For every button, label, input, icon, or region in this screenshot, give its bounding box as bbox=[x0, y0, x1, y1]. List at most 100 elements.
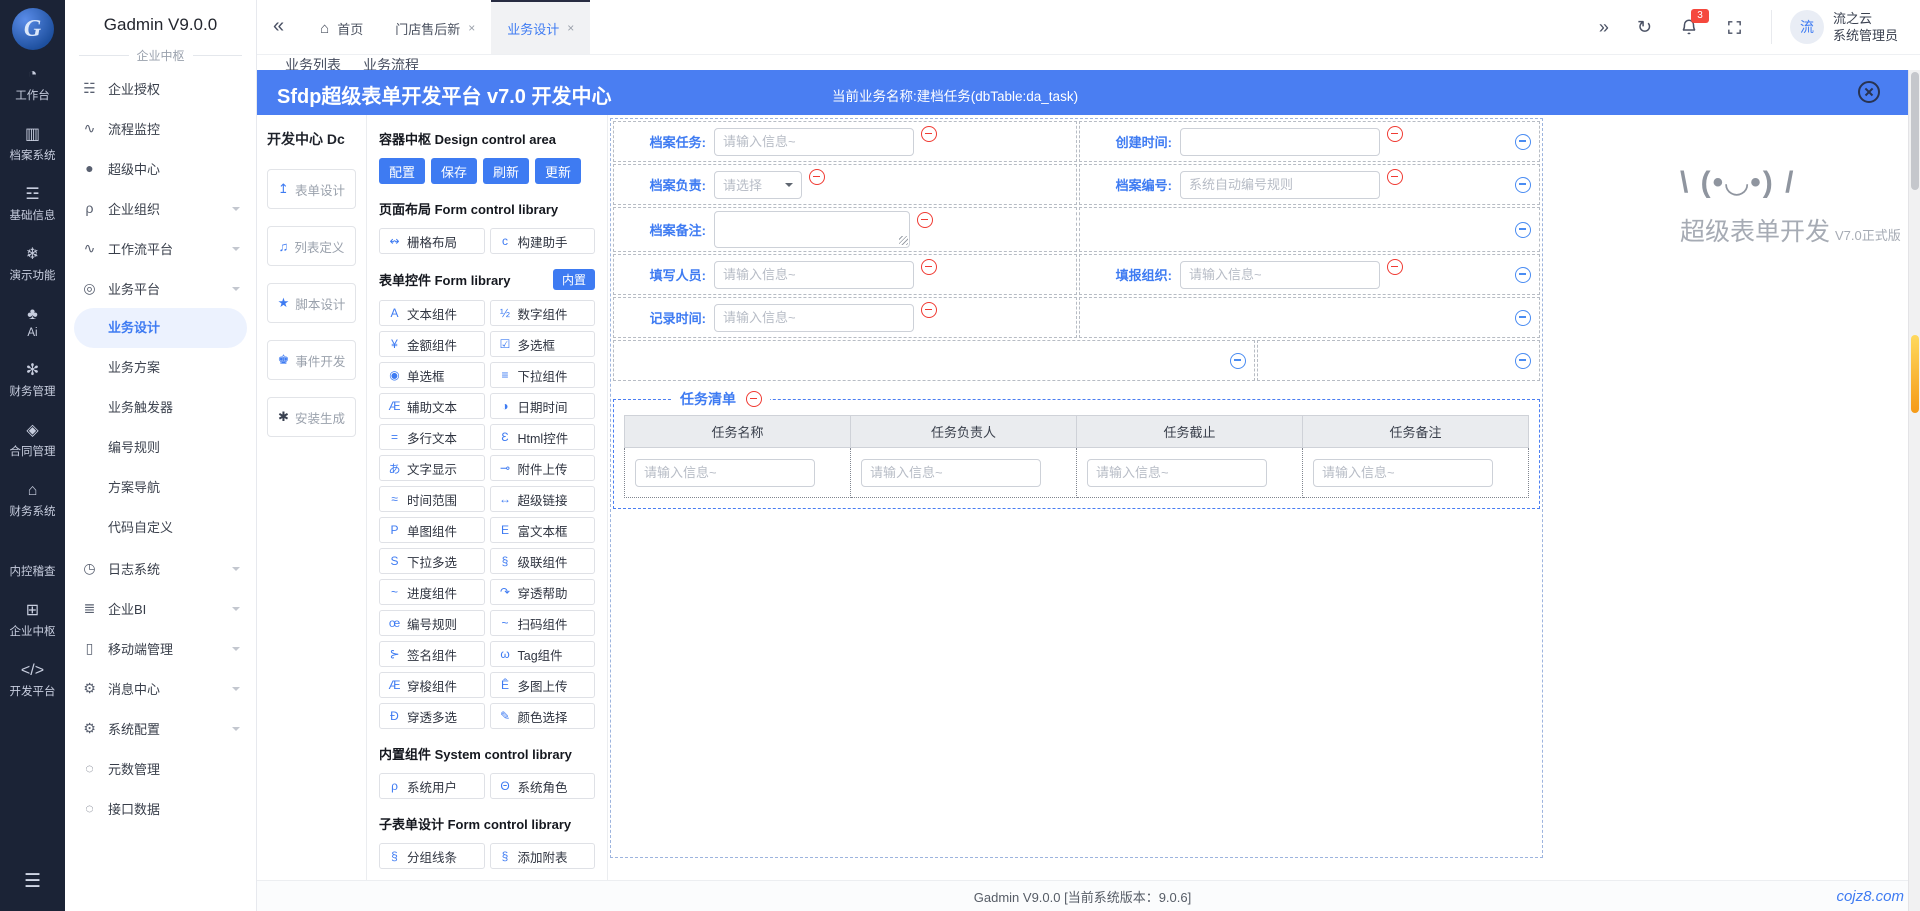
user-menu[interactable]: 流 流之云 系统管理员 bbox=[1770, 10, 1898, 44]
component-system-user[interactable]: ρ 系统用户 bbox=[379, 773, 485, 799]
sidebar-item-interface-data[interactable]: ◌ 接口数据 bbox=[65, 788, 256, 828]
component-group-line[interactable]: § 分组线条 bbox=[379, 843, 485, 869]
component-qrcode-scan[interactable]: ~ 扫码组件 bbox=[489, 610, 595, 636]
sidebar-item-finance-management[interactable]: ✻ 财务管理 bbox=[10, 362, 56, 399]
field-archive-remark[interactable]: 档案备注: bbox=[613, 207, 1077, 252]
remove-row-icon[interactable] bbox=[1515, 221, 1531, 238]
expand-tabs-icon[interactable]: » bbox=[1599, 18, 1609, 36]
component-text-display[interactable]: あ文字显示 bbox=[379, 455, 485, 481]
remove-row-icon[interactable] bbox=[1515, 309, 1531, 326]
close-icon[interactable]: × bbox=[468, 21, 475, 35]
component-system-role[interactable]: Θ 系统角色 bbox=[489, 773, 595, 799]
component-lookup-help[interactable]: ↷ 穿透帮助 bbox=[489, 579, 595, 605]
remove-field-icon[interactable] bbox=[921, 302, 937, 318]
report-org-input[interactable] bbox=[1180, 260, 1380, 289]
sidebar-item-finance-system[interactable]: ⌂ 财务系统 bbox=[10, 482, 56, 519]
sidebar-item-plan-navigation[interactable]: 方案导航 bbox=[65, 468, 256, 508]
field-create-time[interactable]: 创建时间: bbox=[1079, 121, 1540, 162]
nav-list-definition-button[interactable]: ♫ 列表定义 bbox=[267, 226, 356, 266]
component-amount[interactable]: ¥ 金额组件 bbox=[379, 331, 485, 357]
sidebar-item-workbench[interactable]: ◔ 工作台 bbox=[15, 66, 50, 103]
task-deadline-input[interactable] bbox=[1087, 458, 1267, 487]
sidebar-item-message-center[interactable]: ⚙ 消息中心 bbox=[65, 668, 256, 708]
site-link[interactable]: cojz8.com bbox=[1836, 888, 1904, 905]
configure-button[interactable]: 配置 bbox=[379, 158, 426, 184]
nav-event-dev-button[interactable]: ♚ 事件开发 bbox=[267, 340, 356, 380]
archive-owner-select[interactable]: 请选择 bbox=[714, 170, 802, 199]
remove-row-icon[interactable] bbox=[1230, 352, 1246, 369]
component-multi-select-dropdown[interactable]: S 下拉多选 bbox=[379, 548, 485, 574]
remove-row-icon[interactable] bbox=[1515, 176, 1531, 193]
remove-field-icon[interactable] bbox=[809, 169, 825, 185]
component-text[interactable]: A 文本组件 bbox=[379, 300, 485, 326]
refresh-button[interactable]: 刷新 bbox=[483, 158, 530, 184]
archive-number-input[interactable] bbox=[1180, 170, 1380, 199]
component-numbering-rule[interactable]: œ 编号规则 bbox=[379, 610, 485, 636]
sidebar-item-enterprise-org[interactable]: ρ 企业组织 bbox=[65, 188, 256, 228]
sidebar-item-business-platform[interactable]: ◎ 业务平台 bbox=[65, 268, 256, 308]
component-transfer[interactable]: Æ 穿梭组件 bbox=[379, 672, 485, 698]
task-owner-input[interactable] bbox=[861, 458, 1041, 487]
close-icon[interactable]: × bbox=[567, 21, 574, 35]
component-time-range[interactable]: ≈ 时间范围 bbox=[379, 486, 485, 512]
component-multiline-text[interactable]: = 多行文本 bbox=[379, 424, 485, 450]
subtab-business-list[interactable]: 业务列表 bbox=[285, 55, 341, 70]
component-number[interactable]: ½ 数字组件 bbox=[489, 300, 595, 326]
component-radio[interactable]: ◉ 单选框 bbox=[379, 362, 485, 388]
component-datetime[interactable]: ◑ 日期时间 bbox=[489, 393, 595, 419]
nav-install-generate-button[interactable]: ✱ 安装生成 bbox=[267, 397, 356, 437]
sidebar-item-dev-platform[interactable]: </> 开发平台 bbox=[10, 662, 56, 699]
sidebar-item-metadata-management[interactable]: ◌ 元数管理 bbox=[65, 748, 256, 788]
field-archive-number[interactable]: 档案编号: bbox=[1079, 164, 1540, 205]
sidebar-item-code-custom[interactable]: 代码自定义 bbox=[65, 508, 256, 548]
empty-cell[interactable] bbox=[1257, 340, 1540, 381]
sidebar-item-system-config[interactable]: ⚙ 系统配置 bbox=[65, 708, 256, 748]
component-build-assistant[interactable]: ϲ 构建助手 bbox=[489, 228, 595, 254]
task-name-input[interactable] bbox=[635, 458, 815, 487]
vertical-scrollbar[interactable] bbox=[1908, 70, 1920, 911]
sidebar-item-internal-audit[interactable]: 内控稽查 bbox=[10, 542, 56, 579]
component-single-image[interactable]: P 单图组件 bbox=[379, 517, 485, 543]
sidebar-item-numbering-rules[interactable]: 编号规则 bbox=[65, 428, 256, 468]
field-filler-person[interactable]: 填写人员: bbox=[613, 254, 1077, 295]
field-archive-owner[interactable]: 档案负责: 请选择 bbox=[613, 164, 1077, 205]
remove-field-icon[interactable] bbox=[917, 212, 933, 228]
empty-cell[interactable] bbox=[613, 340, 1255, 381]
sidebar-item-enterprise-hub[interactable]: ⊞ 企业中枢 bbox=[10, 602, 56, 639]
resize-handle[interactable] bbox=[899, 236, 908, 245]
field-record-time[interactable]: 记录时间: bbox=[613, 297, 1077, 338]
sidebar-item-ai[interactable]: ♣ Ai bbox=[27, 306, 38, 339]
app-logo[interactable]: G bbox=[11, 8, 54, 50]
sidebar-item-business-design[interactable]: 业务设计 bbox=[74, 308, 247, 348]
fullscreen-icon[interactable] bbox=[1726, 19, 1743, 36]
sidebar-item-business-trigger[interactable]: 业务触发器 bbox=[65, 388, 256, 428]
sidebar-collapse-icon[interactable]: « bbox=[273, 15, 284, 54]
refresh-icon[interactable]: ↻ bbox=[1637, 18, 1652, 36]
sidebar-item-log-system[interactable]: ◷ 日志系统 bbox=[65, 548, 256, 588]
component-html[interactable]: Ɛ Html控件 bbox=[489, 424, 595, 450]
scrollbar-marker[interactable] bbox=[1911, 335, 1919, 413]
component-signature[interactable]: ⊱ 签名组件 bbox=[379, 641, 485, 667]
remove-field-icon[interactable] bbox=[1387, 126, 1403, 142]
subtab-business-flow[interactable]: 业务流程 bbox=[363, 55, 419, 70]
task-remark-input[interactable] bbox=[1313, 458, 1493, 487]
component-cascade[interactable]: § 级联组件 bbox=[489, 548, 595, 574]
component-color-picker[interactable]: ✎ 颜色选择 bbox=[489, 703, 595, 729]
remove-row-icon[interactable] bbox=[1515, 133, 1531, 150]
sidebar-item-mobile-management[interactable]: ▯ 移动端管理 bbox=[65, 628, 256, 668]
sidebar-item-archive-system[interactable]: ▥ 档案系统 bbox=[10, 126, 56, 163]
update-button[interactable]: 更新 bbox=[535, 158, 582, 184]
archive-task-input[interactable] bbox=[714, 127, 914, 156]
sidebar-item-enterprise-auth[interactable]: ☵ 企业授权 bbox=[65, 68, 256, 108]
component-grid-layout[interactable]: ↭ 栅格布局 bbox=[379, 228, 485, 254]
empty-cell[interactable] bbox=[1079, 297, 1540, 338]
remove-field-icon[interactable] bbox=[921, 259, 937, 275]
bell-icon[interactable]: 3 bbox=[1680, 9, 1709, 36]
menu-fold-icon[interactable]: ☰ bbox=[24, 870, 41, 893]
tab-store-aftersales[interactable]: 门店售后新 × bbox=[379, 0, 491, 54]
archive-remark-textarea[interactable] bbox=[714, 211, 910, 248]
component-helper-text[interactable]: Æ 辅助文本 bbox=[379, 393, 485, 419]
remove-row-icon[interactable] bbox=[1515, 266, 1531, 283]
component-progress[interactable]: ~ 进度组件 bbox=[379, 579, 485, 605]
tab-home[interactable]: ⌂ 首页 bbox=[304, 0, 379, 54]
